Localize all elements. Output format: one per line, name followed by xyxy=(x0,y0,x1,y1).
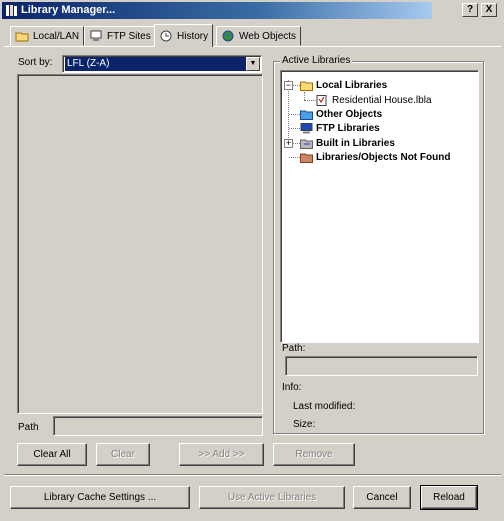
history-list[interactable] xyxy=(17,74,263,414)
info-label: Info: xyxy=(282,382,302,393)
tree-item-other-objects[interactable]: Other Objects xyxy=(300,107,382,121)
button-label: Clear xyxy=(111,449,135,460)
tree-item-label: FTP Libraries xyxy=(316,122,380,134)
tree-item-residential-house[interactable]: Residential House.lbla xyxy=(316,93,432,107)
tab-label: History xyxy=(177,30,209,42)
button-label: Reload xyxy=(433,492,465,503)
objects-icon xyxy=(300,110,313,120)
path-field[interactable] xyxy=(53,416,263,436)
clear-button[interactable]: Clear xyxy=(96,443,150,466)
tab-label: Web Objects xyxy=(239,30,297,42)
folder-icon xyxy=(15,32,29,42)
library-cache-settings-button[interactable]: Library Cache Settings ... xyxy=(10,486,190,509)
ftp-computer-icon xyxy=(300,122,313,133)
remove-button[interactable]: Remove xyxy=(273,443,355,466)
cancel-button[interactable]: Cancel xyxy=(353,486,411,509)
tab-local-lan[interactable]: Local/LAN xyxy=(10,26,85,46)
tree-item-ftp-libraries[interactable]: FTP Libraries xyxy=(300,121,380,135)
close-button[interactable]: X xyxy=(481,3,497,17)
sort-by-value: LFL (Z-A) xyxy=(65,57,247,71)
active-path-label: Path: xyxy=(282,343,306,354)
built-in-library-icon xyxy=(300,139,313,149)
button-label: Remove xyxy=(295,449,333,460)
separator xyxy=(4,474,501,476)
tab-label: FTP Sites xyxy=(107,30,151,42)
button-label: Cancel xyxy=(366,492,398,503)
chevron-down-icon[interactable]: ▼ xyxy=(246,57,260,71)
button-label: Clear All xyxy=(33,449,71,460)
window-title: Library Manager... xyxy=(21,4,116,16)
ftp-icon xyxy=(90,30,102,41)
tab-web-objects[interactable]: Web Objects xyxy=(216,26,302,46)
size-label: Size: xyxy=(293,419,316,430)
tree-item-local-libraries[interactable]: Local Libraries xyxy=(300,78,387,92)
sort-by-select[interactable]: LFL (Z-A) ▼ xyxy=(62,55,262,73)
button-label: Use Active Libraries xyxy=(227,492,317,503)
add-button[interactable]: >> Add >> xyxy=(179,443,264,466)
sort-by-label: Sort by: xyxy=(18,57,53,68)
button-label: Library Cache Settings ... xyxy=(43,492,157,503)
library-manager-icon xyxy=(6,5,17,16)
tab-ftp-sites[interactable]: FTP Sites xyxy=(84,26,156,46)
tab-history[interactable]: History xyxy=(154,24,214,47)
tree-item-label: Libraries/Objects Not Found xyxy=(316,151,451,163)
button-label: >> Add >> xyxy=(198,449,245,460)
tree-item-not-found[interactable]: Libraries/Objects Not Found xyxy=(300,150,450,164)
active-libraries-label: Active Libraries xyxy=(280,55,353,66)
tree-item-label: Residential House.lbla xyxy=(332,94,432,106)
use-active-libraries-button[interactable]: Use Active Libraries xyxy=(199,486,345,509)
tree-item-label: Other Objects xyxy=(316,108,383,120)
active-path-field[interactable] xyxy=(285,356,478,376)
collapse-icon[interactable]: − xyxy=(284,81,293,90)
path-label: Path xyxy=(18,422,39,433)
tab-strip-border xyxy=(4,46,501,47)
tree-item-built-in-libraries[interactable]: Built in Libraries xyxy=(300,136,395,150)
library-file-icon xyxy=(316,94,327,106)
tab-label: Local/LAN xyxy=(33,30,80,42)
reload-button[interactable]: Reload xyxy=(420,485,478,510)
tree-item-label: Local Libraries xyxy=(316,79,388,91)
tree-item-label: Built in Libraries xyxy=(316,137,395,149)
last-modified-label: Last modified: xyxy=(293,401,356,412)
not-found-icon xyxy=(300,153,313,163)
globe-icon xyxy=(222,30,234,42)
expand-icon[interactable]: + xyxy=(284,139,293,148)
clear-all-button[interactable]: Clear All xyxy=(17,443,87,466)
history-icon xyxy=(160,30,172,42)
help-button[interactable]: ? xyxy=(462,3,478,17)
folder-icon xyxy=(300,81,313,91)
